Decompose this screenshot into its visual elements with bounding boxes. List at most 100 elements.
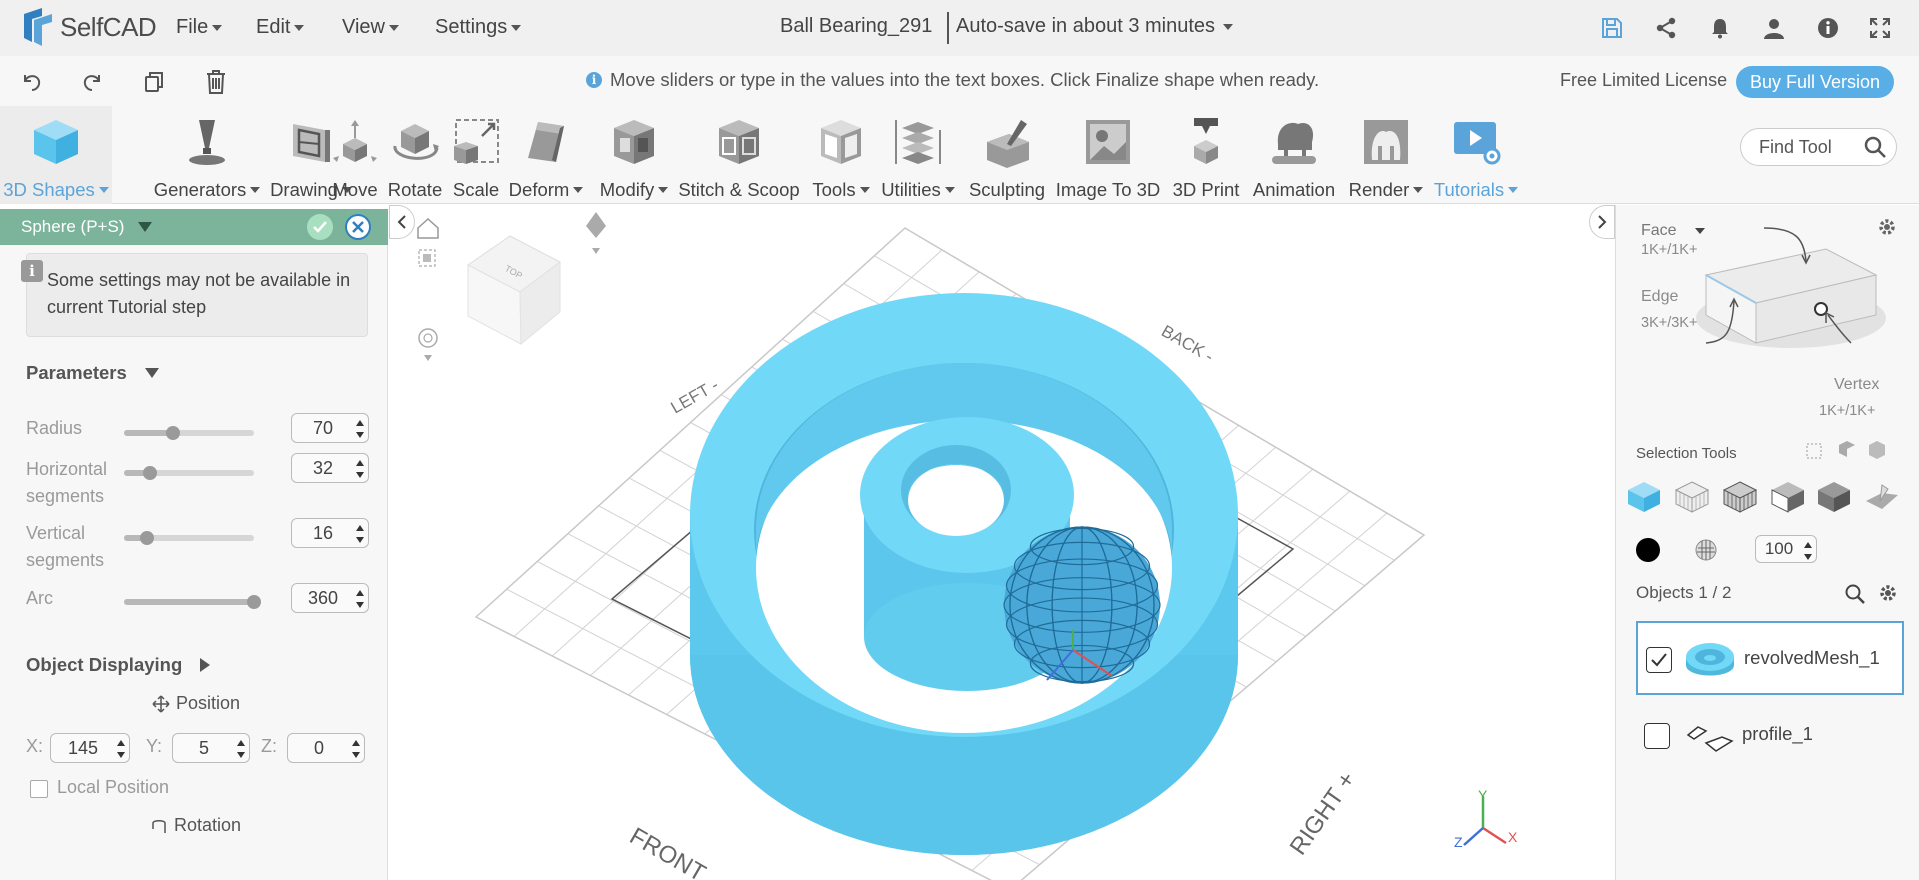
autosave-dropdown[interactable]: Auto-save in about 3 minutes [956,15,1234,38]
user-icon[interactable] [1760,14,1788,42]
select-faces-grid-icon[interactable] [1674,480,1710,519]
menu-settings[interactable]: Settings [435,16,522,39]
render-icon [1360,116,1412,168]
fullscreen-icon[interactable] [1866,14,1894,42]
spinner-icon[interactable] [117,740,125,758]
spinner-icon[interactable] [237,740,245,758]
select-edges-icon[interactable] [1722,480,1758,519]
slider-handle[interactable] [140,531,155,545]
copy-icon[interactable] [140,68,168,96]
info-icon: i [586,72,602,88]
select-plane-icon[interactable] [1864,483,1900,518]
focus-icon[interactable] [418,249,436,267]
tool-deform[interactable]: Deform [506,106,586,204]
tool-move[interactable]: Move [327,106,383,204]
selfcad-logo[interactable]: SelfCAD [20,8,157,46]
objects-count: Objects 1 / 2 [1636,583,1732,602]
tool-modify[interactable]: Modify [594,106,674,204]
axis-x-label: X [1508,829,1518,845]
select-mode-small-icons[interactable] [1805,441,1885,466]
slider-handle[interactable] [247,595,261,609]
tool-tutorials[interactable]: Tutorials [1430,106,1522,204]
object-visible-checkbox[interactable] [1646,647,1672,673]
tool-animation[interactable]: Animation [1246,106,1342,204]
tool-3d-print[interactable]: 3D Print [1167,106,1245,204]
tool-image-to-3d[interactable]: Image To 3D [1053,106,1163,204]
bell-icon[interactable] [1706,14,1734,42]
tool-render[interactable]: Render [1346,106,1426,204]
horizontal-segments-slider[interactable] [124,466,254,480]
buy-full-version-button[interactable]: Buy Full Version [1736,66,1894,98]
horizontal-segments-input[interactable]: 32 [291,453,369,483]
radius-input[interactable]: 70 [291,413,369,443]
trash-icon[interactable] [202,68,230,96]
parameters-section-toggle[interactable]: Parameters [26,362,159,384]
tool-generators[interactable]: Generators [147,106,267,204]
local-position-checkbox[interactable] [30,780,48,798]
texture-icon[interactable] [1694,538,1718,567]
view-cube[interactable]: TOP [467,235,561,346]
object-row-profile-1[interactable]: profile_1 [1636,699,1904,773]
select-shape-icon[interactable] [1816,480,1852,519]
generator-icon [181,116,233,168]
arc-input[interactable]: 360 [291,583,369,613]
menu-view[interactable]: View [342,16,399,39]
slider-handle[interactable] [166,426,181,440]
document-title[interactable]: Ball Bearing_291 [780,15,932,38]
select-object-icon[interactable] [1626,480,1662,514]
object-displaying-toggle[interactable]: Object Displaying [26,654,211,676]
select-vertices-icon[interactable] [1770,480,1806,519]
object-row-revolvedmesh-1[interactable]: revolvedMesh_1 [1636,621,1904,695]
spinner-icon[interactable] [1804,542,1812,560]
vertical-segments-input[interactable]: 16 [291,518,369,548]
home-icon[interactable] [417,217,439,239]
search-icon[interactable] [1862,134,1888,160]
finalize-button[interactable] [307,214,333,240]
save-icon[interactable] [1598,14,1626,42]
utilities-icon [892,116,944,168]
param-label-radius: Radius [26,418,83,438]
find-tool-search[interactable]: Find Tool [1740,128,1897,166]
chevron-down-icon [1413,187,1424,193]
search-objects-icon[interactable] [1844,583,1866,610]
chevron-down-icon [294,24,305,31]
opacity-input[interactable]: 100 [1755,535,1817,563]
collapse-right-panel-button[interactable] [1589,205,1615,239]
position-x-input[interactable]: 145 [50,733,130,763]
tool-stitch-scoop[interactable]: Stitch & Scoop [674,106,804,204]
spinner-icon[interactable] [356,420,364,438]
tool-rotate[interactable]: Rotate [386,106,444,204]
tool-3d-shapes[interactable]: 3D Shapes [0,106,112,204]
panel-title[interactable]: Sphere (P+S) [21,217,153,237]
tool-utilities[interactable]: Utilities [878,106,958,204]
spinner-icon[interactable] [356,590,364,608]
tool-scale[interactable]: Scale [449,106,503,204]
3d-viewport[interactable]: LEFT - BACK - RIGHT + FRONT TOP Y X Z [389,205,1615,880]
chevron-down-icon [1223,23,1234,30]
perspective-icon[interactable] [418,328,438,361]
chevron-right-icon [1598,215,1607,229]
object-visible-checkbox[interactable] [1644,723,1670,749]
menu-file[interactable]: File [176,16,223,39]
position-y-input[interactable]: 5 [172,733,250,763]
color-swatch[interactable] [1636,538,1660,562]
vertical-segments-slider[interactable] [124,531,254,545]
tool-sculpting[interactable]: Sculpting [965,106,1049,204]
position-z-input[interactable]: 0 [287,733,365,763]
slider-handle[interactable] [143,466,157,480]
spinner-icon[interactable] [356,460,364,478]
camera-view-icon[interactable] [586,212,606,254]
spinner-icon[interactable] [356,525,364,543]
radius-slider[interactable] [124,426,254,440]
info-icon[interactable] [1814,14,1842,42]
menu-edit[interactable]: Edit [256,16,305,39]
cancel-button[interactable] [345,214,371,240]
arc-slider[interactable] [124,595,261,609]
scene-canvas[interactable]: LEFT - BACK - RIGHT + FRONT TOP Y X Z [389,205,1615,880]
spinner-icon[interactable] [352,740,360,758]
gear-icon[interactable] [1878,583,1898,608]
undo-icon[interactable] [18,68,46,96]
share-icon[interactable] [1652,14,1680,42]
redo-icon[interactable] [78,68,106,96]
tool-tools[interactable]: Tools [806,106,876,204]
